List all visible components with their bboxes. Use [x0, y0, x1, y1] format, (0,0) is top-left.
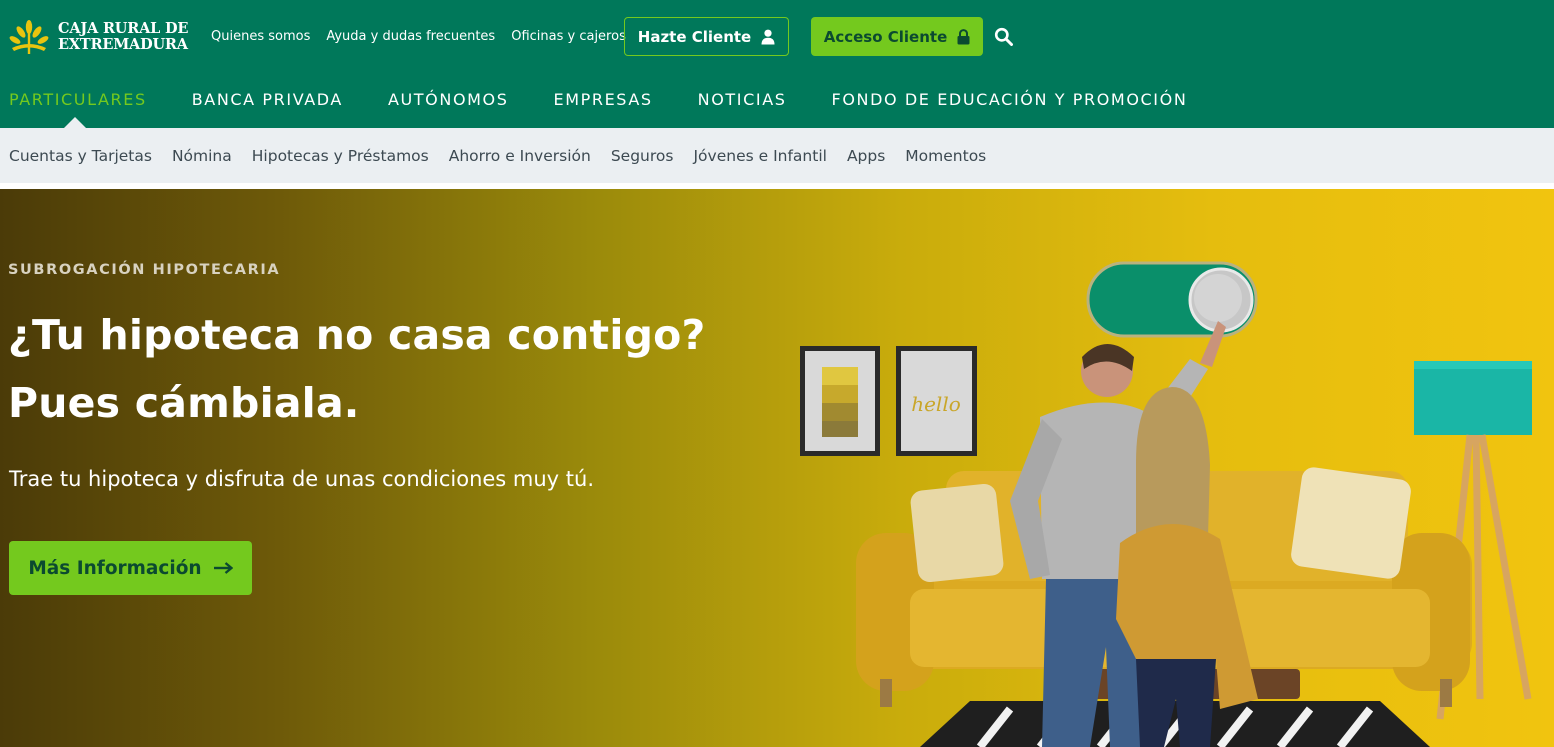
frame-hello-text: hello	[911, 392, 961, 416]
top-header: CAJA RURAL DE EXTREMADURA Quienes somos …	[0, 0, 1554, 128]
mas-informacion-button[interactable]: Más Información	[9, 541, 252, 595]
hero-headline: ¿Tu hipoteca no casa contigo? Pues cámbi…	[8, 301, 705, 437]
sub-nav-apps[interactable]: Apps	[847, 146, 885, 166]
utility-link-ayuda[interactable]: Ayuda y dudas frecuentes	[326, 28, 495, 46]
hero-illustration: hello	[800, 261, 1532, 747]
wheat-sheaf-logo-icon	[9, 20, 49, 54]
hero-subtitle: Trae tu hipoteca y disfruta de unas cond…	[9, 467, 595, 491]
main-nav-fondo-educacion[interactable]: FONDO DE EDUCACIÓN Y PROMOCIÓN	[832, 90, 1188, 110]
sub-nav-items: Cuentas y Tarjetas Nómina Hipotecas y Pr…	[9, 146, 986, 166]
active-nav-indicator	[64, 117, 86, 128]
brand-name-line2: EXTREMADURA	[58, 36, 188, 53]
wall-frame-right: hello	[896, 346, 977, 456]
main-nav-autonomos[interactable]: AUTÓNOMOS	[388, 90, 509, 110]
main-nav-banca-privada[interactable]: BANCA PRIVADA	[192, 90, 343, 110]
mas-informacion-label: Más Información	[28, 557, 202, 579]
toggle-switch-graphic	[1086, 261, 1258, 338]
hazte-cliente-label: Hazte Cliente	[637, 27, 752, 46]
sub-nav-seguros[interactable]: Seguros	[611, 146, 674, 166]
sub-nav-hipotecas-prestamos[interactable]: Hipotecas y Préstamos	[252, 146, 429, 166]
hazte-cliente-button[interactable]: Hazte Cliente	[624, 17, 789, 56]
search-button[interactable]	[990, 23, 1016, 49]
main-nav-particulares[interactable]: PARTICULARES	[9, 90, 147, 110]
sub-nav: Cuentas y Tarjetas Nómina Hipotecas y Pr…	[0, 128, 1554, 186]
brand-name-line1: CAJA RURAL DE	[58, 20, 189, 37]
main-nav: PARTICULARES BANCA PRIVADA AUTÓNOMOS EMP…	[9, 90, 1187, 110]
sub-nav-nomina[interactable]: Nómina	[172, 146, 232, 166]
utility-nav: Quienes somos Ayuda y dudas frecuentes O…	[211, 28, 626, 46]
main-nav-noticias[interactable]: NOTICIAS	[698, 90, 787, 110]
user-icon	[761, 29, 775, 44]
hero-banner: SUBROGACIÓN HIPOTECARIA ¿Tu hipoteca no …	[0, 189, 1554, 747]
brand-name: CAJA RURAL DE EXTREMADURA	[58, 21, 188, 53]
arrow-right-icon	[213, 562, 233, 574]
acceso-cliente-label: Acceso Cliente	[823, 27, 948, 46]
hero-headline-line2: Pues cámbiala.	[8, 379, 360, 427]
lock-icon	[957, 28, 970, 44]
sub-nav-momentos[interactable]: Momentos	[905, 146, 986, 166]
brand-logo[interactable]: CAJA RURAL DE EXTREMADURA	[8, 18, 188, 56]
search-icon	[994, 27, 1013, 46]
main-nav-empresas[interactable]: EMPRESAS	[554, 90, 653, 110]
hero-headline-line1: ¿Tu hipoteca no casa contigo?	[8, 311, 706, 359]
utility-link-quienes-somos[interactable]: Quienes somos	[211, 28, 310, 46]
wall-frame-left	[800, 346, 880, 456]
utility-link-oficinas[interactable]: Oficinas y cajeros	[511, 28, 626, 46]
sub-nav-ahorro-inversion[interactable]: Ahorro e Inversión	[449, 146, 591, 166]
sub-nav-jovenes-infantil[interactable]: Jóvenes e Infantil	[693, 146, 826, 166]
sub-nav-cuentas-tarjetas[interactable]: Cuentas y Tarjetas	[9, 146, 152, 166]
hero-eyebrow: SUBROGACIÓN HIPOTECARIA	[8, 262, 281, 278]
acceso-cliente-button[interactable]: Acceso Cliente	[811, 17, 983, 56]
